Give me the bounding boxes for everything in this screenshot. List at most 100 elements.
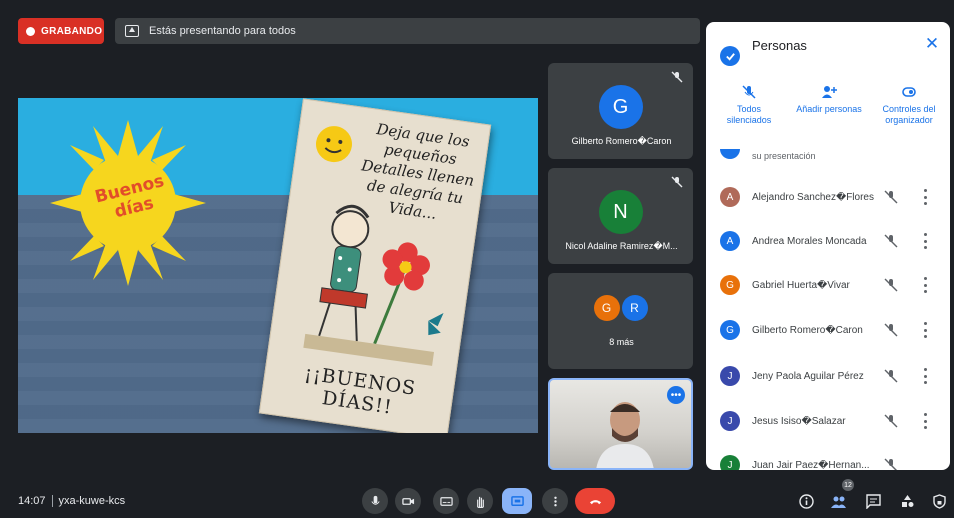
self-video-tile[interactable]: •••	[548, 378, 693, 470]
list-item[interactable]: G Gabriel Huerta�Vivar	[706, 270, 950, 300]
participant-name: Andrea Morales Moncada	[752, 235, 867, 247]
add-people-button[interactable]: Añadir personas	[794, 84, 864, 142]
mic-button[interactable]	[362, 488, 388, 514]
more-avatars: G R	[593, 295, 648, 321]
host-controls-button[interactable]	[928, 490, 950, 512]
mic-off-icon[interactable]	[884, 458, 898, 470]
host-controls-button[interactable]: Controles del organizador	[874, 84, 944, 142]
chat-button[interactable]	[862, 490, 884, 512]
recording-label: GRABANDO	[41, 25, 103, 37]
chat-icon	[865, 493, 881, 509]
raise-hand-button[interactable]	[467, 488, 493, 514]
more-options-icon[interactable]	[920, 277, 930, 293]
mic-off-icon[interactable]	[884, 190, 898, 204]
mic-icon	[370, 495, 380, 505]
more-participants-label: 8 más	[609, 337, 634, 347]
shared-screen: Buenos días Deja que los pequeños Detall…	[18, 98, 538, 433]
meeting-info: 14:07 yxa-kuwe-kcs	[18, 495, 125, 507]
list-item[interactable]: G Gilberto Romero�Caron	[706, 315, 950, 345]
avatar: R	[621, 295, 648, 321]
more-options-icon[interactable]	[920, 413, 930, 429]
close-icon[interactable]: ✕	[922, 34, 942, 54]
self-person-video	[596, 402, 654, 468]
list-item[interactable]: A Alejandro Sanchez�Flores	[706, 182, 950, 212]
shield-lock-icon	[932, 493, 946, 509]
recording-badge[interactable]: GRABANDO	[18, 18, 104, 44]
avatar: G	[720, 275, 740, 295]
camera-button[interactable]	[395, 488, 421, 514]
mic-off-icon[interactable]	[884, 323, 898, 337]
participant-name: Gilberto Romero�Caron	[752, 324, 863, 336]
hangup-button[interactable]	[575, 488, 615, 514]
avatar: G	[598, 85, 643, 129]
list-item[interactable]: J Jesus Isiso�Salazar	[706, 406, 950, 436]
captions-icon	[439, 496, 453, 506]
people-panel: Personas ✕ Todos silenciados Añadir pers…	[706, 22, 950, 470]
present-button[interactable]	[502, 488, 532, 514]
avatar: J	[720, 366, 740, 386]
host-controls-icon	[902, 87, 916, 97]
participant-name: Jesus Isiso�Salazar	[752, 415, 846, 427]
card-sun-icon	[315, 126, 352, 163]
list-item[interactable]: A Andrea Morales Moncada	[706, 226, 950, 256]
divider	[51, 495, 53, 507]
list-item[interactable]: J Jeny Paola Aguilar Pérez	[706, 361, 950, 391]
mic-off-icon	[671, 71, 683, 83]
captions-button[interactable]	[433, 488, 459, 514]
hand-icon	[476, 496, 484, 508]
more-options-icon[interactable]	[920, 233, 930, 249]
people-button[interactable]	[827, 490, 849, 512]
avatar: J	[720, 455, 740, 470]
avatar: A	[720, 187, 740, 207]
clock-time: 14:07	[18, 495, 46, 507]
people-icon	[830, 496, 846, 508]
more-options-icon[interactable]: •••	[667, 386, 685, 404]
participant-name: Gilberto Romero�Caron	[571, 136, 672, 146]
meeting-details-button[interactable]	[795, 490, 817, 512]
presenting-text: Estás presentando para todos	[149, 25, 296, 37]
participant-name: Juan Jair Paez�Hernan...	[752, 459, 870, 471]
girl-flower-illustration	[303, 204, 444, 366]
mic-off-icon[interactable]	[884, 278, 898, 292]
participant-name: Jeny Paola Aguilar Pérez	[752, 370, 864, 382]
participant-name: Gabriel Huerta�Vivar	[752, 279, 850, 291]
avatar: A	[720, 231, 740, 251]
participant-tile[interactable]: N Nicol Adaline Ramirez�M...	[548, 168, 693, 264]
mic-off-icon	[742, 85, 756, 99]
recording-dot-icon	[26, 26, 35, 36]
participant-name: Nicol Adaline Ramirez�M...	[565, 241, 678, 251]
mic-off-icon[interactable]	[884, 414, 898, 428]
more-vert-icon	[553, 496, 557, 506]
meeting-code: yxa-kuwe-kcs	[58, 495, 126, 507]
info-icon	[798, 493, 814, 509]
present-screen-icon	[125, 25, 139, 37]
list-item[interactable]: J Juan Jair Paez�Hernan...	[706, 450, 950, 470]
avatar	[720, 149, 740, 159]
mute-all-button[interactable]: Todos silenciados	[714, 84, 784, 142]
panel-title: Personas	[752, 38, 807, 53]
activities-button[interactable]	[896, 490, 918, 512]
more-participants-tile[interactable]: G R 8 más	[548, 273, 693, 369]
mic-off-icon[interactable]	[884, 369, 898, 383]
check-icon	[720, 46, 740, 66]
avatar: N	[598, 190, 643, 234]
presenting-banner: Estás presentando para todos	[115, 18, 700, 44]
avatar: J	[720, 411, 740, 431]
more-options-icon[interactable]	[920, 368, 930, 384]
more-options-icon[interactable]	[920, 189, 930, 205]
present-screen-icon	[510, 495, 524, 506]
panel-actions: Todos silenciados Añadir personas Contro…	[714, 84, 944, 142]
participant-name: Alejandro Sanchez�Flores	[752, 191, 874, 203]
participant-tile[interactable]: G Gilberto Romero�Caron	[548, 63, 693, 159]
avatar: G	[720, 320, 740, 340]
more-options-button[interactable]	[542, 488, 568, 514]
activities-icon	[901, 494, 913, 507]
mic-off-icon	[671, 176, 683, 188]
avatar: G	[593, 295, 620, 321]
phone-hangup-icon	[589, 499, 601, 504]
add-person-icon	[822, 86, 837, 98]
mic-off-icon[interactable]	[884, 234, 898, 248]
camera-icon	[401, 497, 414, 505]
list-item: su presentación	[706, 149, 950, 165]
more-options-icon[interactable]	[920, 322, 930, 338]
